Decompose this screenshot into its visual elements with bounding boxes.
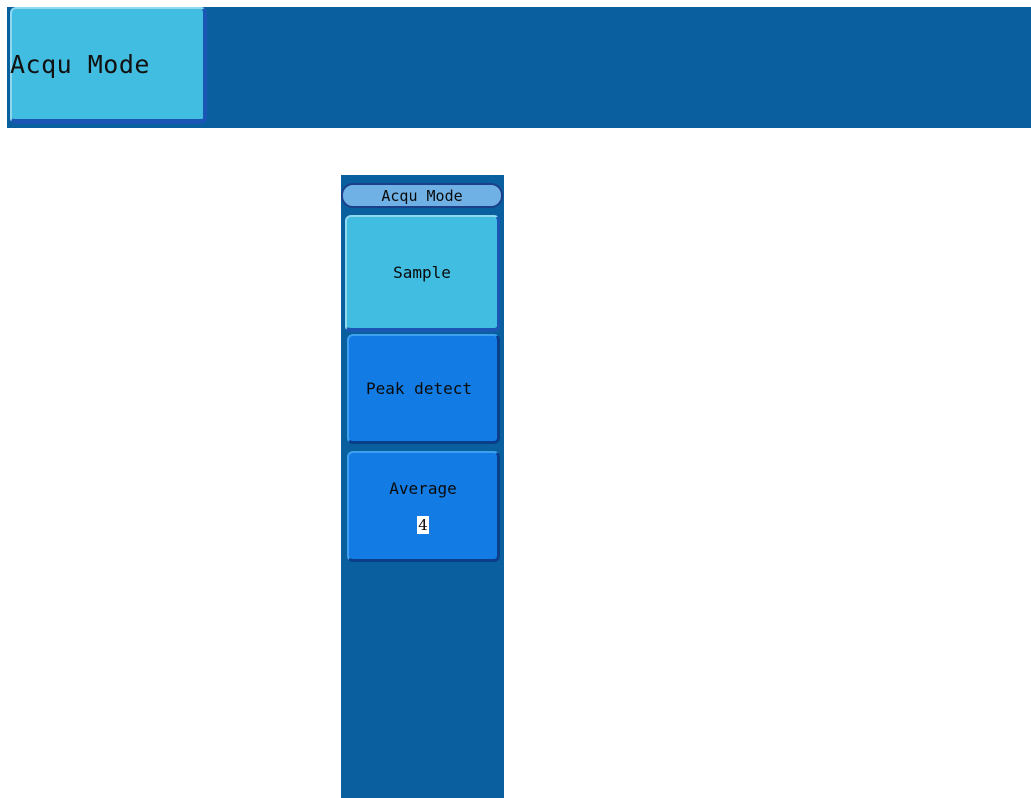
menu-title: Acqu Mode bbox=[341, 183, 503, 208]
menu-title-label: Acqu Mode bbox=[381, 186, 463, 205]
menu-item-average[interactable]: Average 4 bbox=[347, 451, 500, 562]
acqu-mode-button[interactable]: Acqu Mode bbox=[10, 7, 207, 124]
menu-item-average-label: Average bbox=[389, 478, 457, 498]
menu-item-sample[interactable]: Sample bbox=[345, 215, 500, 332]
average-count-value[interactable]: 4 bbox=[417, 515, 429, 534]
menu-item-peak-detect-label: Peak detect bbox=[366, 379, 472, 398]
top-softkey-bar: Acqu Mode bbox=[7, 7, 1031, 128]
acqu-mode-menu-panel: Acqu Mode Sample Peak detect Average 4 bbox=[341, 175, 504, 798]
menu-item-sample-label: Sample bbox=[393, 263, 451, 282]
acqu-mode-button-label: Acqu Mode bbox=[10, 49, 150, 79]
menu-item-peak-detect[interactable]: Peak detect bbox=[347, 334, 500, 444]
